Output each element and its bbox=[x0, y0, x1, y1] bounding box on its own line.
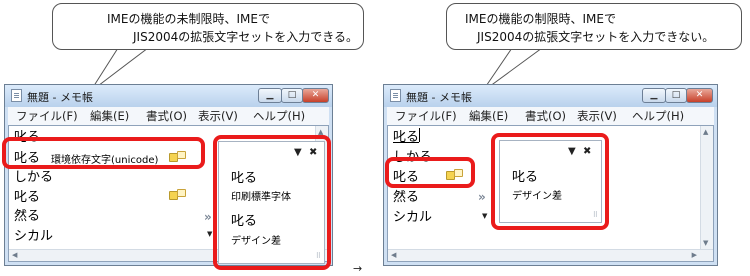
horizontal-scrollbar[interactable]: ◀ ▶ bbox=[388, 249, 713, 261]
ime-dictionary-icon bbox=[169, 189, 187, 200]
scroll-right-icon[interactable]: ▶ bbox=[692, 251, 697, 259]
minimize-icon[interactable]: ▁ bbox=[642, 88, 666, 103]
candidate-item[interactable]: シカル bbox=[393, 206, 432, 225]
scroll-left-icon[interactable]: ◀ bbox=[391, 251, 396, 259]
highlight-selected-candidate bbox=[385, 157, 475, 188]
menu-bar: ファイル(F) 編集(E) 書式(O) 表示(V) ヘルプ(H) bbox=[387, 107, 714, 125]
notepad-icon bbox=[390, 89, 401, 102]
vertical-scrollbar[interactable]: ▲ ▼ bbox=[700, 126, 713, 249]
menu-view[interactable]: 表示(V) bbox=[198, 108, 238, 124]
menu-format[interactable]: 書式(O) bbox=[525, 108, 566, 124]
expand-candidates-icon[interactable]: » bbox=[204, 210, 212, 224]
menu-edit[interactable]: 編集(E) bbox=[90, 108, 129, 124]
expand-candidates-icon[interactable]: » bbox=[478, 190, 486, 204]
candidate-item[interactable]: 叱る bbox=[14, 186, 40, 205]
menu-help[interactable]: ヘルプ(H) bbox=[253, 108, 305, 124]
menu-help[interactable]: ヘルプ(H) bbox=[632, 108, 684, 124]
highlight-info-panel bbox=[491, 133, 609, 230]
callout-right-line2: JIS2004の拡張文字セットを入力できない。 bbox=[477, 30, 715, 44]
candidate-item[interactable]: 然る bbox=[393, 186, 419, 205]
highlight-info-panel bbox=[213, 135, 331, 270]
menu-bar: ファイル(F) 編集(E) 書式(O) 表示(V) ヘルプ(H) bbox=[8, 107, 329, 125]
editor-line-underlined: 叱る bbox=[393, 130, 420, 145]
window-title: 無題 - メモ帳 bbox=[27, 91, 93, 104]
menu-format[interactable]: 書式(O) bbox=[146, 108, 187, 124]
notepad-icon bbox=[11, 89, 22, 102]
callout-right-line1: IMEの機能の制限時、IMEで bbox=[465, 12, 616, 26]
title-bar[interactable]: 無題 - メモ帳 ▁ □ ✕ bbox=[384, 85, 717, 107]
minimize-icon[interactable]: ▁ bbox=[258, 88, 282, 103]
candidate-scroll-down-icon[interactable]: ▼ bbox=[482, 212, 487, 220]
maximize-icon[interactable]: □ bbox=[281, 88, 303, 103]
close-icon[interactable]: ✕ bbox=[302, 88, 329, 103]
close-icon[interactable]: ✕ bbox=[686, 88, 713, 103]
callout-left: IMEの機能の未制限時、IMEで JIS2004の拡張文字セットを入力できる。 bbox=[52, 3, 364, 50]
scroll-up-icon[interactable]: ▲ bbox=[703, 128, 708, 136]
scroll-down-icon[interactable]: ▼ bbox=[703, 239, 708, 247]
highlight-selected-candidate bbox=[2, 137, 205, 169]
scroll-left-icon[interactable]: ◀ bbox=[12, 251, 17, 259]
menu-file[interactable]: ファイル(F) bbox=[395, 108, 457, 124]
menu-edit[interactable]: 編集(E) bbox=[469, 108, 508, 124]
candidate-item[interactable]: シカル bbox=[14, 225, 53, 244]
menu-view[interactable]: 表示(V) bbox=[577, 108, 617, 124]
callout-left-line1: IMEの機能の未制限時、IMEで bbox=[107, 12, 270, 26]
transition-arrow: → bbox=[353, 262, 363, 275]
callout-left-line2: JIS2004の拡張文字セットを入力できる。 bbox=[133, 30, 358, 44]
maximize-icon[interactable]: □ bbox=[665, 88, 687, 103]
candidate-item[interactable]: 然る bbox=[14, 205, 40, 224]
text-cursor bbox=[419, 128, 420, 142]
title-bar[interactable]: 無題 - メモ帳 ▁ □ ✕ bbox=[5, 85, 332, 107]
callout-right: IMEの機能の制限時、IMEで JIS2004の拡張文字セットを入力できない。 bbox=[446, 3, 742, 50]
candidate-scroll-down-icon[interactable]: ▼ bbox=[207, 230, 212, 238]
menu-file[interactable]: ファイル(F) bbox=[16, 108, 78, 124]
window-title: 無題 - メモ帳 bbox=[406, 91, 472, 104]
